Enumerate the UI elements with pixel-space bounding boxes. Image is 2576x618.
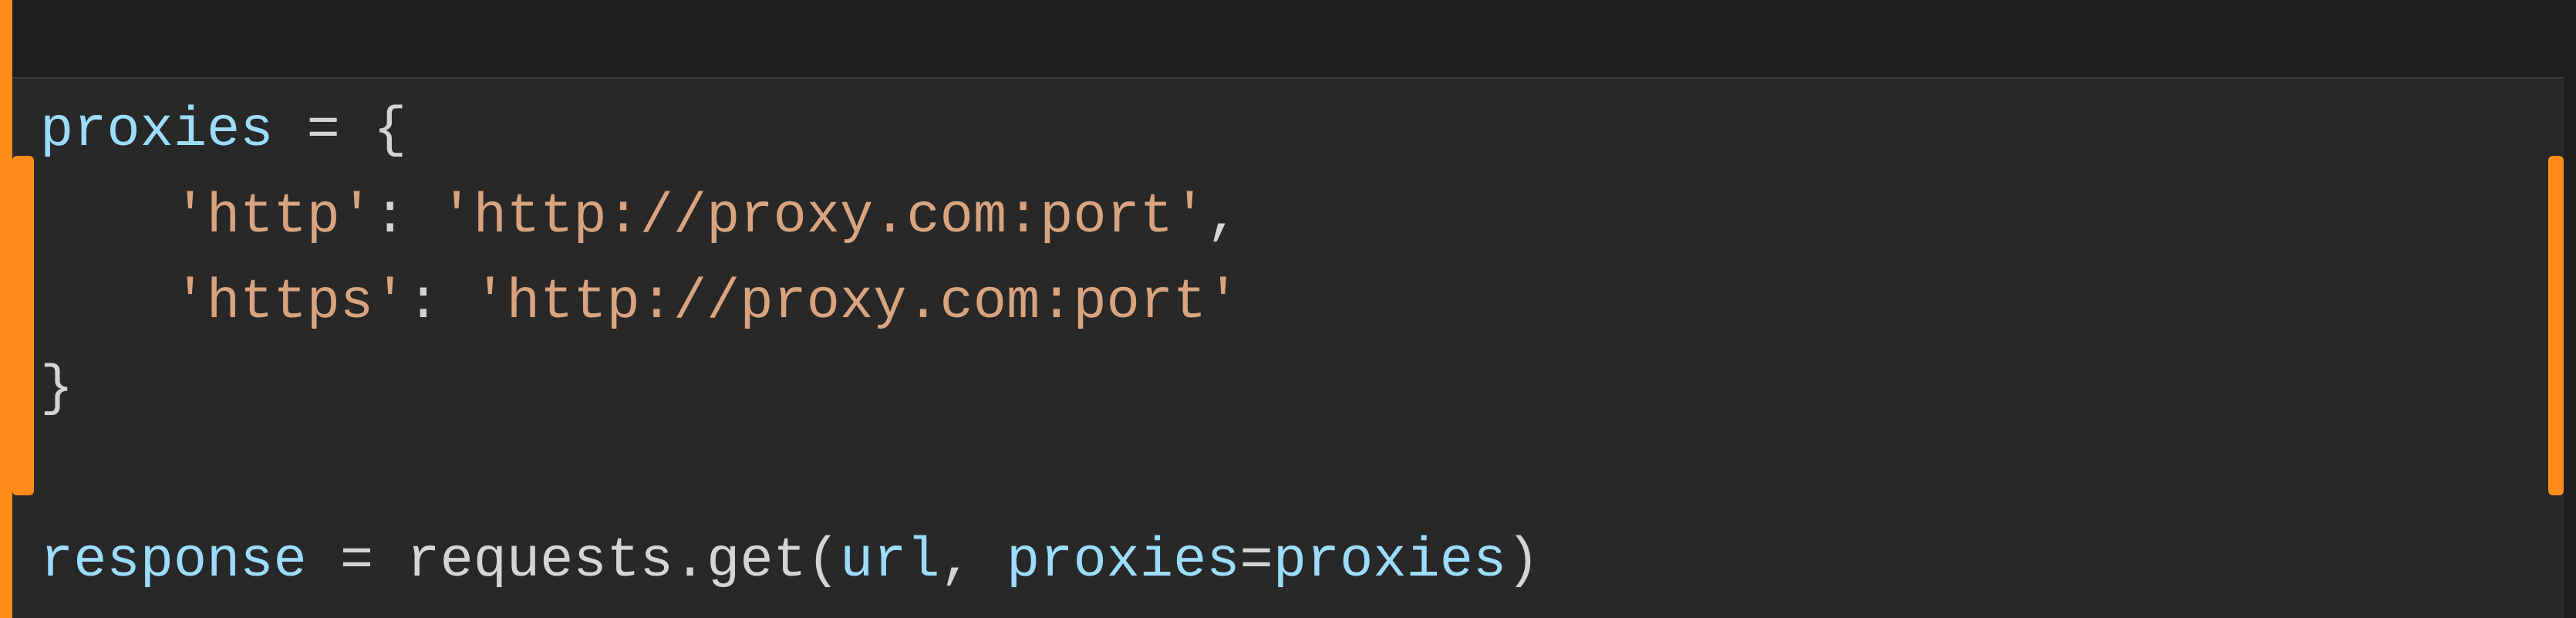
code-block-container[interactable]: proxies = { 'http': 'http://proxy.com:po… — [12, 77, 2564, 618]
token-call: requests.get( — [406, 529, 840, 593]
code-line[interactable]: 'http': 'http://proxy.com:port', — [40, 185, 1239, 248]
token-colon: : — [406, 271, 473, 334]
token-variable: proxies — [40, 99, 273, 162]
code-line[interactable]: response = requests.get(url, proxies=pro… — [40, 529, 1539, 593]
code-line[interactable]: 'https': 'http://proxy.com:port' — [40, 271, 1239, 334]
change-marker-right — [2548, 156, 2564, 495]
code-line[interactable]: proxies = { — [40, 99, 406, 162]
code-line[interactable]: } — [40, 357, 73, 420]
token-arg: url — [840, 529, 940, 593]
code-text[interactable]: proxies = { 'http': 'http://proxy.com:po… — [40, 88, 2533, 605]
token-kwarg: proxies — [1006, 529, 1239, 593]
token-indent — [40, 271, 174, 334]
token-indent — [40, 185, 174, 248]
token-brace: } — [40, 357, 73, 420]
token-variable: proxies — [1273, 529, 1506, 593]
change-marker-left — [12, 156, 34, 495]
token-close-paren: ) — [1506, 529, 1539, 593]
token-variable: response — [40, 529, 307, 593]
token-string: 'http' — [174, 185, 373, 248]
token-brace: { — [373, 99, 406, 162]
token-colon: : — [373, 185, 440, 248]
token-string: 'http://proxy.com:port' — [440, 185, 1207, 248]
token-separator: , — [940, 529, 1006, 593]
editor-viewport: proxies = { 'http': 'http://proxy.com:po… — [0, 0, 2576, 618]
code-line-blank[interactable] — [40, 443, 73, 506]
token-operator: = — [307, 529, 407, 593]
token-string: 'http://proxy.com:port' — [474, 271, 1240, 334]
token-equals: = — [1239, 529, 1273, 593]
left-gutter-strip — [0, 0, 12, 618]
token-operator: = — [273, 99, 373, 162]
token-comma: , — [1206, 185, 1239, 248]
token-string: 'https' — [174, 271, 406, 334]
